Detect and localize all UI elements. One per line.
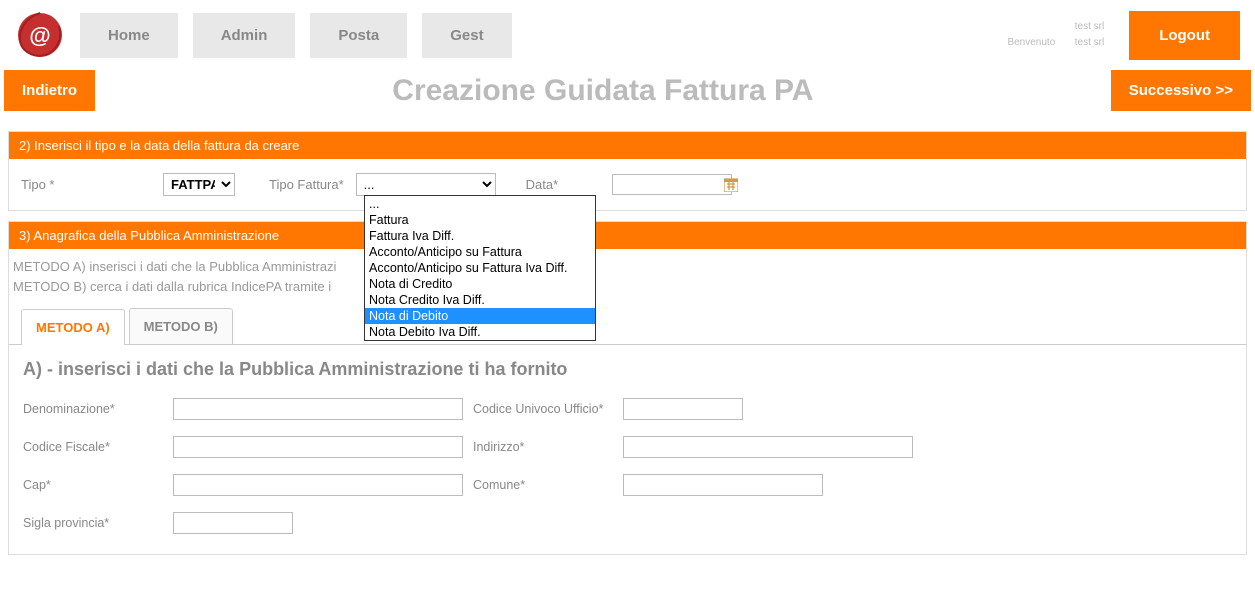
tab-metodo-b[interactable]: METODO B) — [129, 308, 233, 344]
tipo-label: Tipo * — [21, 177, 151, 192]
nav-posta[interactable]: Posta — [310, 13, 407, 58]
next-button[interactable]: Successivo >> — [1111, 70, 1251, 111]
back-button[interactable]: Indietro — [4, 70, 95, 111]
page-title: Creazione Guidata Fattura PA — [95, 74, 1111, 108]
tipo-select[interactable]: FATTPA — [163, 173, 235, 196]
dropdown-option[interactable]: Nota Debito Iva Diff. — [365, 324, 595, 340]
cap-input[interactable] — [173, 474, 463, 496]
codun-input[interactable] — [623, 398, 743, 420]
cap-label: Cap* — [23, 478, 173, 492]
tab-content-a: A) - inserisci i dati che la Pubblica Am… — [9, 345, 1246, 554]
calendar-icon[interactable] — [722, 176, 740, 194]
user-name: test srl — [1075, 37, 1104, 48]
panel2-header: 2) Inserisci il tipo e la data della fat… — [9, 132, 1246, 159]
user-info: test srl Benvenuto test srl — [1007, 19, 1114, 51]
comune-label: Comune* — [473, 478, 623, 492]
denom-label: Denominazione* — [23, 402, 173, 416]
panel3-header: 3) Anagrafica della Pubblica Amministraz… — [9, 222, 1246, 249]
sigla-input[interactable] — [173, 512, 293, 534]
dropdown-option[interactable]: Acconto/Anticipo su Fattura — [365, 244, 595, 260]
sigla-label: Sigla provincia* — [23, 516, 173, 530]
indir-label: Indirizzo* — [473, 440, 623, 454]
panel3-description: METODO A) inserisci i dati che la Pubbli… — [9, 249, 1246, 308]
dropdown-option[interactable]: Fattura — [365, 212, 595, 228]
tipofattura-label: Tipo Fattura* — [269, 177, 344, 192]
desc-a: METODO A) inserisci i dati che la Pubbli… — [13, 257, 1242, 277]
welcome-label: Benvenuto — [1007, 37, 1055, 48]
tipofattura-dropdown[interactable]: ...FatturaFattura Iva Diff.Acconto/Antic… — [364, 195, 596, 341]
logout-button[interactable]: Logout — [1129, 11, 1240, 60]
dropdown-option[interactable]: Nota Credito Iva Diff. — [365, 292, 595, 308]
panel-step3: 3) Anagrafica della Pubblica Amministraz… — [8, 221, 1247, 555]
denom-input[interactable] — [173, 398, 463, 420]
indir-input[interactable] — [623, 436, 913, 458]
codfisc-label: Codice Fiscale* — [23, 440, 173, 454]
data-label: Data* — [526, 177, 559, 192]
dropdown-option[interactable]: Acconto/Anticipo su Fattura Iva Diff. — [365, 260, 595, 276]
topbar: @ Home Admin Posta Gest test srl Benvenu… — [0, 0, 1255, 70]
tabs: METODO A) METODO B) — [9, 308, 1246, 345]
data-input[interactable] — [612, 174, 732, 195]
tipofattura-select[interactable]: ... — [356, 173, 496, 196]
svg-text:@: @ — [29, 23, 50, 48]
tab-metodo-a[interactable]: METODO A) — [21, 309, 125, 345]
comune-input[interactable] — [623, 474, 823, 496]
logo: @ — [15, 10, 65, 60]
dropdown-option[interactable]: Fattura Iva Diff. — [365, 228, 595, 244]
dropdown-option[interactable]: Nota di Debito — [365, 308, 595, 324]
user-company: test srl — [1007, 19, 1104, 35]
panel-step2: 2) Inserisci il tipo e la data della fat… — [8, 131, 1247, 211]
nav-admin[interactable]: Admin — [193, 13, 296, 58]
nav-home[interactable]: Home — [80, 13, 178, 58]
codfisc-input[interactable] — [173, 436, 463, 458]
form-heading: A) - inserisci i dati che la Pubblica Am… — [23, 359, 1232, 380]
codun-label: Codice Univoco Ufficio* — [473, 402, 623, 416]
dropdown-option[interactable]: Nota di Credito — [365, 276, 595, 292]
title-row: Indietro Creazione Guidata Fattura PA Su… — [0, 70, 1255, 121]
nav-gest[interactable]: Gest — [422, 13, 511, 58]
desc-b: METODO B) cerca i dati dalla rubrica Ind… — [13, 277, 1242, 297]
dropdown-option[interactable]: ... — [365, 196, 595, 212]
